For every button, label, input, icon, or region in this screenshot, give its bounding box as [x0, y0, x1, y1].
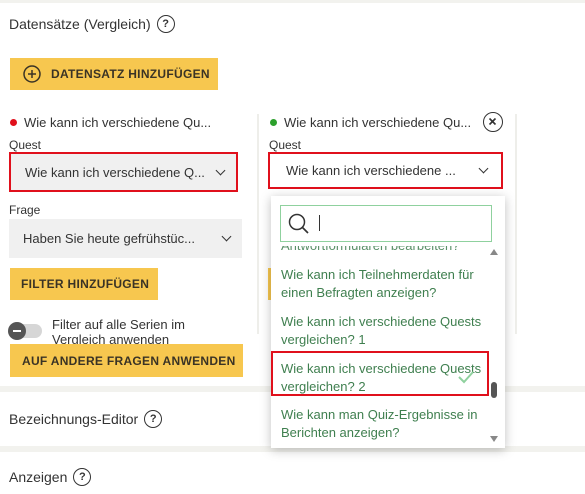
- display-title: Anzeigen: [9, 469, 68, 485]
- quest-select-right[interactable]: Wie kann ich verschiedene ...: [268, 152, 503, 189]
- remove-series-button[interactable]: [483, 112, 503, 132]
- display-header: Anzeigen ?: [9, 468, 92, 486]
- series-color-dot: [270, 119, 277, 126]
- series-divider-left: [257, 114, 259, 334]
- filter-toggle-row: Filter auf alle Serien im Vergleich anwe…: [8, 317, 202, 347]
- series-color-dot: [10, 119, 17, 126]
- quest-select-left-value: Wie kann ich verschiedene Q...: [25, 164, 205, 180]
- add-filter-label: FILTER HINZUFÜGEN: [21, 277, 150, 291]
- frage-select-value: Haben Sie heute gefrühstüc...: [23, 231, 196, 246]
- quest-label: Quest: [269, 138, 302, 152]
- check-icon: [458, 371, 474, 384]
- chevron-down-icon: [215, 165, 226, 175]
- datasets-title: Datensätze (Vergleich): [9, 16, 151, 32]
- quest-select-left[interactable]: Wie kann ich verschiedene Q...: [9, 152, 238, 192]
- add-dataset-label: DATENSATZ HINZUFÜGEN: [51, 67, 210, 81]
- scrollbar-thumb[interactable]: [491, 382, 497, 398]
- add-dataset-button[interactable]: DATENSATZ HINZUFÜGEN: [10, 58, 218, 90]
- search-caret: [319, 215, 320, 231]
- toggle-knob: [8, 322, 26, 340]
- filter-toggle-label: Filter auf alle Serien im Vergleich anwe…: [52, 317, 185, 347]
- apply-other-questions-label: AUF ANDERE FRAGEN ANWENDEN: [22, 353, 236, 368]
- quest-dropdown: Antwortformularen bearbeiten? Wie kann i…: [271, 196, 505, 448]
- filter-toggle[interactable]: [8, 322, 42, 340]
- search-icon: [288, 213, 309, 234]
- frage-select[interactable]: Haben Sie heute gefrühstüc...: [9, 219, 242, 258]
- dropdown-item[interactable]: Antwortformularen bearbeiten?: [281, 246, 486, 255]
- help-icon[interactable]: ?: [144, 410, 163, 428]
- dropdown-item[interactable]: Wie kann ich Teilnehmerdaten für einen B…: [281, 266, 486, 302]
- series-right-header: Wie kann ich verschiedene Qu...: [270, 115, 471, 130]
- frage-label: Frage: [9, 203, 41, 217]
- chevron-down-icon: [221, 231, 232, 242]
- help-icon[interactable]: ?: [156, 15, 175, 33]
- top-divider: [0, 0, 585, 3]
- close-icon: [488, 117, 497, 126]
- dropdown-item[interactable]: Wie kann ich verschiedene Quests verglei…: [281, 313, 486, 349]
- series-left-header: Wie kann ich verschiedene Qu...: [10, 115, 211, 130]
- dropdown-item[interactable]: Wie kann man Quiz-Ergebnisse in Berichte…: [281, 406, 486, 442]
- label-editor-title: Bezeichnungs-Editor: [9, 411, 139, 427]
- scroll-up-icon[interactable]: [489, 248, 499, 256]
- quest-select-right-value: Wie kann ich verschiedene ...: [286, 163, 456, 178]
- quest-label: Quest: [9, 138, 42, 152]
- series-divider-right: [515, 114, 517, 334]
- apply-other-questions-button[interactable]: AUF ANDERE FRAGEN ANWENDEN: [10, 344, 243, 377]
- dropdown-list: Antwortformularen bearbeiten? Wie kann i…: [271, 246, 505, 448]
- plus-circle-icon: [23, 65, 41, 83]
- series-right-name: Wie kann ich verschiedene Qu...: [284, 115, 472, 130]
- scroll-down-icon[interactable]: [489, 435, 499, 443]
- dropdown-scrollbar[interactable]: [489, 246, 499, 448]
- chevron-down-icon: [478, 163, 489, 174]
- series-left-name: Wie kann ich verschiedene Qu...: [24, 115, 212, 130]
- dropdown-search[interactable]: [280, 205, 492, 242]
- datasets-header: Datensätze (Vergleich) ?: [9, 15, 175, 33]
- label-editor-header: Bezeichnungs-Editor ?: [9, 410, 163, 428]
- help-icon[interactable]: ?: [73, 468, 92, 486]
- add-filter-button[interactable]: FILTER HINZUFÜGEN: [10, 268, 158, 300]
